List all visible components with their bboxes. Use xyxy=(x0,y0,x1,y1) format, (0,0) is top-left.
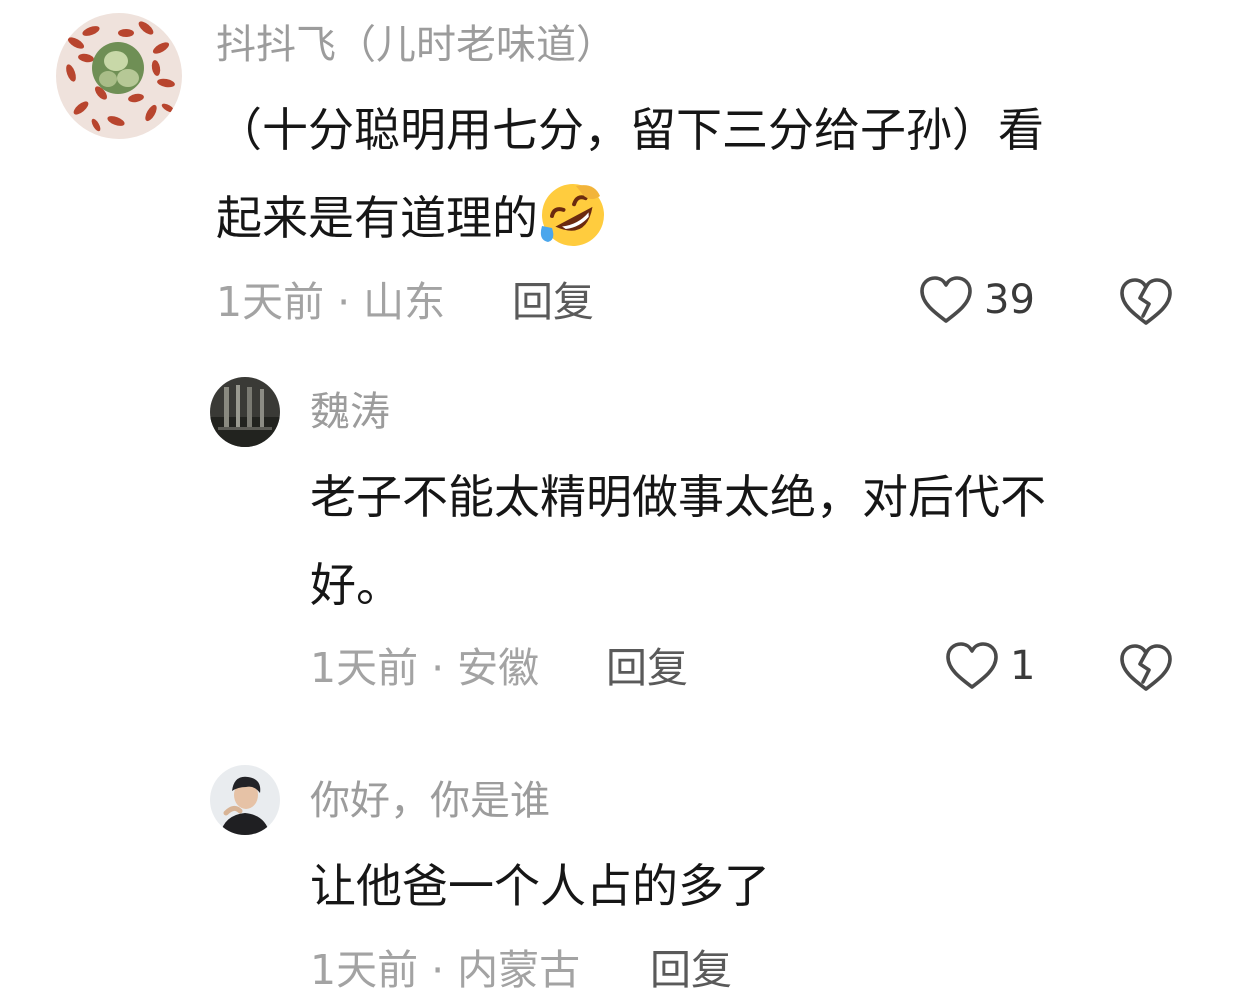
comment-text-line: 让他爸一个人占的多了 xyxy=(310,859,770,913)
comment-text-line: （十分聪明用七分，留下三分给子孙）看 xyxy=(216,103,1044,157)
broken-heart-icon xyxy=(1120,644,1172,691)
like-button[interactable]: 39 xyxy=(918,274,1035,326)
rolling-on-floor-laughing-icon xyxy=(540,184,604,246)
like-count: 1 xyxy=(1010,643,1036,689)
dislike-button[interactable] xyxy=(1118,642,1174,694)
heart-icon xyxy=(920,276,972,323)
comment-meta: 1天前 · 安徽 xyxy=(310,644,540,692)
avatar[interactable] xyxy=(210,765,280,835)
dislike-button[interactable] xyxy=(1118,276,1174,328)
avatar[interactable] xyxy=(210,377,280,447)
comment-username[interactable]: 抖抖飞（儿时老味道） xyxy=(216,25,616,65)
comment-text-line: 好。 xyxy=(310,558,402,612)
avatar[interactable] xyxy=(56,13,182,139)
broken-heart-icon xyxy=(1120,278,1172,325)
comment-meta: 1天前 · 内蒙古 xyxy=(310,946,581,994)
comment-text: （十分聪明用七分，留下三分给子孙）看 起来是有道理的 xyxy=(216,86,1044,262)
comment-username[interactable]: 魏涛 xyxy=(310,392,390,432)
comment-meta: 1天前 · 山东 xyxy=(216,278,446,326)
avatar-image xyxy=(210,765,280,835)
comment-text-line: 老子不能太精明做事太绝，对后代不 xyxy=(310,470,1046,524)
comment-text: 让他爸一个人占的多了 xyxy=(310,842,770,930)
reply-button[interactable]: 回复 xyxy=(650,950,732,991)
comment-username[interactable]: 你好，你是谁 xyxy=(310,781,550,821)
like-count: 39 xyxy=(984,277,1035,323)
reply-button[interactable]: 回复 xyxy=(512,282,594,323)
comment-text-line: 起来是有道理的 xyxy=(216,174,1044,262)
reply-button[interactable]: 回复 xyxy=(606,648,688,689)
heart-icon xyxy=(946,642,998,689)
avatar-image xyxy=(56,13,182,139)
like-button[interactable]: 1 xyxy=(944,640,1035,692)
comment-text: 老子不能太精明做事太绝，对后代不 好。 xyxy=(310,453,1046,629)
avatar-image xyxy=(210,377,280,447)
comment-text-segment: 起来是有道理的 xyxy=(216,191,538,245)
